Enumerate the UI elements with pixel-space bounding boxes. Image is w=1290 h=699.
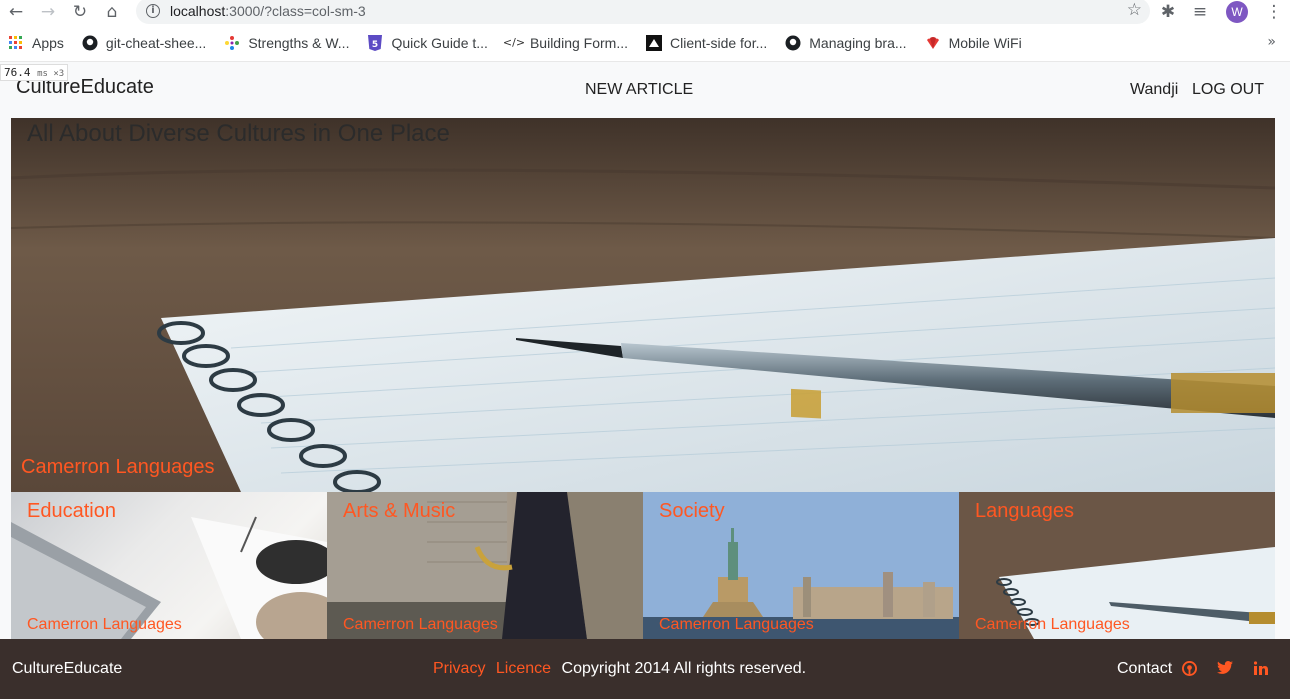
category-article-link[interactable]: Camerron Languages [975, 616, 1130, 634]
new-article-link[interactable]: NEW ARTICLE [585, 81, 693, 99]
bookmark-strengths[interactable]: Strengths & W... [224, 35, 349, 51]
site-info-icon[interactable]: i [146, 4, 160, 18]
hero-notebook-pen-image [11, 118, 1275, 492]
category-article-link[interactable]: Camerron Languages [659, 616, 814, 634]
category-title[interactable]: Education [27, 500, 116, 523]
url-host: localhost [170, 3, 226, 19]
hero-featured-article[interactable]: All About Diverse Cultures in One Place … [11, 118, 1275, 492]
bookmark-label: Quick Guide t... [391, 34, 488, 51]
back-icon[interactable]: ← [0, 0, 32, 24]
reload-icon[interactable]: ↻ [64, 0, 96, 24]
profile-avatar[interactable]: W [1226, 1, 1248, 23]
github-icon[interactable] [1180, 659, 1198, 677]
huawei-icon [925, 35, 941, 51]
category-card-society[interactable]: Society Camerron Languages [643, 492, 959, 639]
bookmark-label: Client-side for... [670, 34, 768, 51]
browser-toolbar: ← → ↻ ⌂ i localhost:3000/?class=col-sm-3… [0, 0, 1290, 24]
bookmark-mobile-wifi[interactable]: Mobile WiFi [925, 35, 1022, 51]
bookmark-managing-branches[interactable]: Managing bra... [785, 34, 907, 51]
timing-unit: ms ×3 [37, 69, 65, 79]
bookmark-label: Managing bra... [809, 34, 907, 51]
category-card-arts-music[interactable]: Arts & Music Camerron Languages [327, 492, 643, 639]
category-article-link[interactable]: Camerron Languages [343, 616, 498, 634]
media-queue-icon[interactable]: ≡ [1184, 0, 1216, 24]
footer-brand[interactable]: CultureEducate [12, 660, 122, 678]
social-icons [1180, 659, 1288, 677]
navbar: CultureEducate NEW ARTICLE Wandji LOG OU… [0, 62, 1290, 118]
bookmark-git-cheat-sheet[interactable]: git-cheat-shee... [82, 35, 206, 51]
category-article-link[interactable]: Camerron Languages [27, 616, 182, 634]
colorful-dots-icon [224, 35, 240, 51]
footer-links: Privacy Licence Copyright 2014 All right… [433, 660, 806, 678]
svg-text:5: 5 [372, 40, 378, 50]
category-title[interactable]: Arts & Music [343, 500, 455, 523]
bookmark-client-side-forms[interactable]: Client-side for... [646, 34, 768, 51]
url-text[interactable]: localhost:3000/?class=col-sm-3 [170, 3, 366, 19]
bookmarks-bar: Apps git-cheat-shee... Strengths & W... … [0, 24, 1290, 62]
licence-link[interactable]: Licence [496, 660, 551, 677]
twitter-icon[interactable] [1216, 659, 1234, 677]
contact-label: Contact [1117, 660, 1173, 677]
mdn-icon [646, 34, 662, 51]
timing-value: 76.4 [4, 66, 31, 79]
github-icon [785, 35, 801, 51]
user-name-link[interactable]: Wandji [1130, 81, 1178, 99]
linkedin-icon[interactable] [1252, 659, 1270, 677]
url-path: :3000/?class=col-sm-3 [225, 3, 366, 19]
address-bar[interactable]: i localhost:3000/?class=col-sm-3 ☆ [136, 0, 1150, 24]
html5-icon: 5 [367, 34, 383, 51]
menu-kebab-icon[interactable]: ⋮ [1258, 0, 1290, 24]
bookmark-label: Apps [32, 34, 64, 51]
home-icon[interactable]: ⌂ [96, 0, 128, 24]
bookmark-apps[interactable]: Apps [8, 35, 64, 51]
category-card-languages[interactable]: Languages Camerron Languages [959, 492, 1275, 639]
bookmarks-overflow-icon[interactable]: » [1267, 34, 1276, 50]
copyright-text: Copyright 2014 All rights reserved. [561, 660, 807, 677]
bookmark-label: Building Form... [529, 34, 628, 51]
render-timing-overlay: 76.4 ms ×3 [0, 64, 69, 81]
logout-link[interactable]: LOG OUT [1192, 81, 1264, 99]
bookmark-quick-guide[interactable]: 5 Quick Guide t... [367, 34, 488, 51]
code-icon: </> [502, 36, 526, 49]
category-title[interactable]: Languages [975, 500, 1074, 523]
privacy-link[interactable]: Privacy [433, 660, 485, 677]
footer: CultureEducate Privacy Licence Copyright… [0, 639, 1290, 699]
bookmark-star-icon[interactable]: ☆ [1127, 0, 1142, 20]
bookmark-label: git-cheat-shee... [105, 34, 207, 51]
forward-icon[interactable]: → [32, 0, 64, 24]
bookmark-label: Mobile WiFi [948, 34, 1022, 51]
category-cards: Education Camerron Languages Arts & Musi… [11, 492, 1275, 639]
page-content: 76.4 ms ×3 CultureEducate NEW ARTICLE Wa… [0, 62, 1290, 699]
bookmark-building-forms[interactable]: </> Building Form... [502, 34, 628, 51]
hero-title: All About Diverse Cultures in One Place [27, 120, 450, 147]
category-card-education[interactable]: Education Camerron Languages [11, 492, 327, 639]
extensions-icon[interactable]: ✱ [1152, 0, 1184, 24]
github-icon [82, 35, 98, 51]
bookmark-label: Strengths & W... [248, 34, 350, 51]
category-title[interactable]: Society [659, 500, 725, 523]
hero-article-link[interactable]: Camerron Languages [21, 456, 214, 479]
apps-grid-icon [8, 35, 24, 51]
